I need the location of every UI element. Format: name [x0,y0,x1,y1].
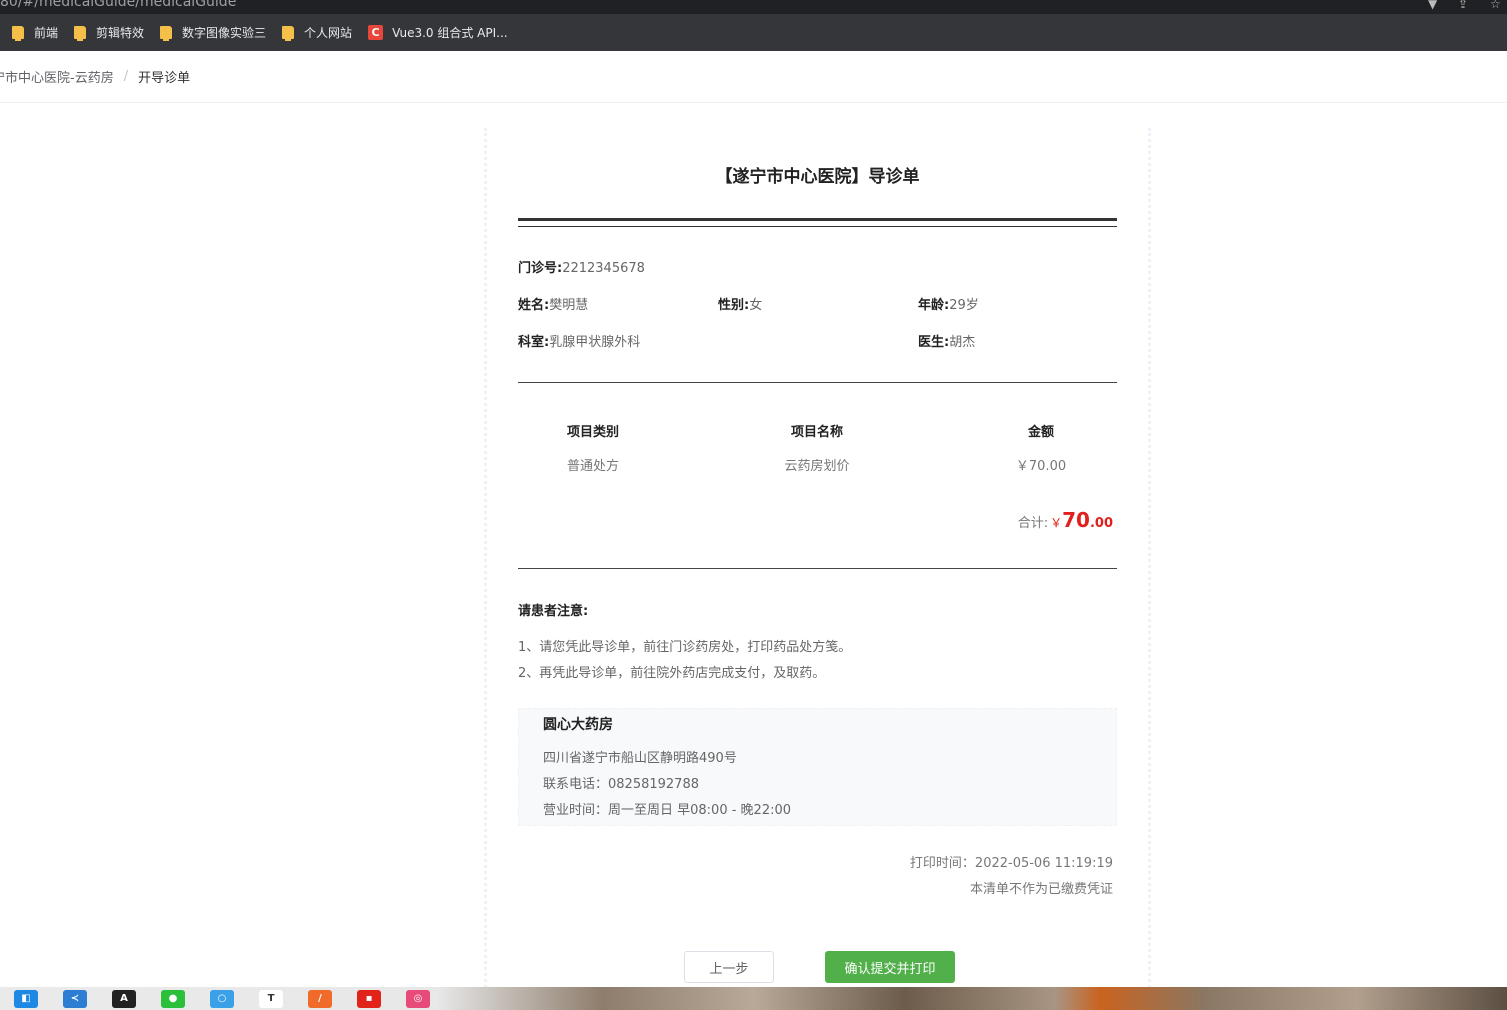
vscode-icon[interactable]: ≺ [63,989,87,1008]
folder-icon [74,26,87,41]
bookmark-label: Vue3.0 组合式 API... [392,26,508,40]
url-text[interactable]: 80/#/medicalGuide/medicalGuide [0,0,236,10]
gender-value: 女 [749,298,763,313]
table-cell-amount: ￥70.00 [1015,459,1067,474]
wechat-icon[interactable]: ● [161,989,185,1008]
address-bar[interactable]: 80/#/medicalGuide/medicalGuide ▼ ⇪ ☆ [0,0,1507,14]
total-currency: ￥ [1050,516,1063,530]
title-divider [518,218,1117,227]
app-icon[interactable]: A [112,989,136,1008]
confirm-print-button[interactable]: 确认提交并打印 [825,951,955,983]
share-icon[interactable]: ⇪ [1458,0,1468,11]
search-icon[interactable]: ○ [210,989,234,1008]
form-title: 【遂宁市中心医院】导诊单 [715,167,920,187]
age-value: 29岁 [949,298,979,313]
outpatient-value: 2212345678 [562,261,645,276]
total-decimal: .00 [1089,516,1113,531]
csdn-icon: C [368,25,384,40]
doctor-value: 胡杰 [949,335,976,350]
breadcrumb-separator: / [123,69,129,84]
doctor-label: 医生: [918,335,950,350]
age-field: 年龄:29岁 [918,294,979,313]
section-divider [518,382,1117,383]
gender-label: 性别: [718,298,750,313]
table-header-name: 项目名称 [790,425,843,440]
breadcrumb-parent[interactable]: 宁市中心医院-云药房 [0,67,114,86]
name-value: 樊明慧 [549,298,589,313]
table-cell-category: 普通处方 [566,459,619,474]
section-divider [518,568,1117,569]
text-app-icon[interactable]: T [259,989,283,1008]
total-integer: 70 [1062,508,1090,532]
gender-field: 性别:女 [718,294,762,313]
bookmarks-bar: 前端 剪辑特效 数字图像实验三 个人网站 C Vue3.0 组合式 API... [0,14,1507,51]
guide-form-card: 【遂宁市中心医院】导诊单 门诊号:2212345678 姓名:樊明慧 性别:女 … [484,128,1151,988]
bookmark-item[interactable]: 数字图像实验三 [160,24,266,41]
bookmark-item[interactable]: 前端 [12,24,58,41]
app-icon[interactable]: / [308,989,332,1008]
bookmark-label: 数字图像实验三 [182,26,267,40]
breadcrumb-current: 开导诊单 [138,71,191,86]
pharmacy-info: 圆心大药房 四川省遂宁市船山区静明路490号 联系电话：08258192788 … [518,708,1117,826]
app-icon[interactable]: ◧ [14,989,38,1008]
name-label: 姓名: [518,298,550,313]
breadcrumb: 宁市中心医院-云药房 / 开导诊单 [0,51,1507,103]
taskbar: ◧ ≺ A ● ○ T / ▪ ◎ [0,987,1507,1010]
notice-line: 1、请您凭此导诊单，前往门诊药房处，打印药品处方笺。 [518,640,852,655]
dept-field: 科室:乳腺甲状腺外科 [518,331,640,350]
name-field: 姓名:樊明慧 [518,294,588,313]
pharmacy-phone: 联系电话：08258192788 [543,777,699,792]
app-icon[interactable]: ◎ [406,989,430,1008]
disclaimer: 本清单不作为已缴费凭证 [969,882,1113,897]
bookmark-item[interactable]: C Vue3.0 组合式 API... [368,24,508,41]
pharmacy-hours: 营业时间：周一至周日 早08:00 - 晚22:00 [543,803,792,818]
pharmacy-address: 四川省遂宁市船山区静明路490号 [543,751,737,766]
total-amount: 合计: ￥ 70 .00 [1018,508,1113,532]
folder-icon [282,26,295,41]
bookmark-item[interactable]: 剪辑特效 [74,24,144,41]
bookmark-label: 前端 [34,26,59,40]
doctor-field: 医生:胡杰 [918,331,975,350]
app-icon[interactable]: ▪ [357,989,381,1008]
total-label: 合计: [1017,516,1049,531]
table-header-amount: 金额 [1027,425,1054,440]
folder-icon [160,26,173,41]
bookmark-label: 个人网站 [304,26,353,40]
dept-value: 乳腺甲状腺外科 [549,335,641,350]
folder-icon [12,26,24,41]
notice-title: 请患者注意: [518,604,589,619]
pharmacy-name: 圆心大药房 [543,717,613,733]
extension-icon[interactable]: ▼ [1428,0,1437,11]
age-label: 年龄: [918,298,950,313]
bookmark-label: 剪辑特效 [96,26,145,40]
dept-label: 科室: [518,335,550,350]
print-time: 打印时间：2022-05-06 11:19:19 [909,856,1113,871]
outpatient-field: 门诊号:2212345678 [518,257,645,276]
outpatient-label: 门诊号: [518,261,563,276]
star-icon[interactable]: ☆ [1490,0,1501,11]
notice-line: 2、再凭此导诊单，前往院外药店完成支付，及取药。 [518,666,826,681]
prev-step-button[interactable]: 上一步 [684,951,774,983]
table-header-category: 项目类别 [566,425,619,440]
bookmark-item[interactable]: 个人网站 [282,24,352,41]
table-cell-name: 云药房划价 [784,459,850,474]
